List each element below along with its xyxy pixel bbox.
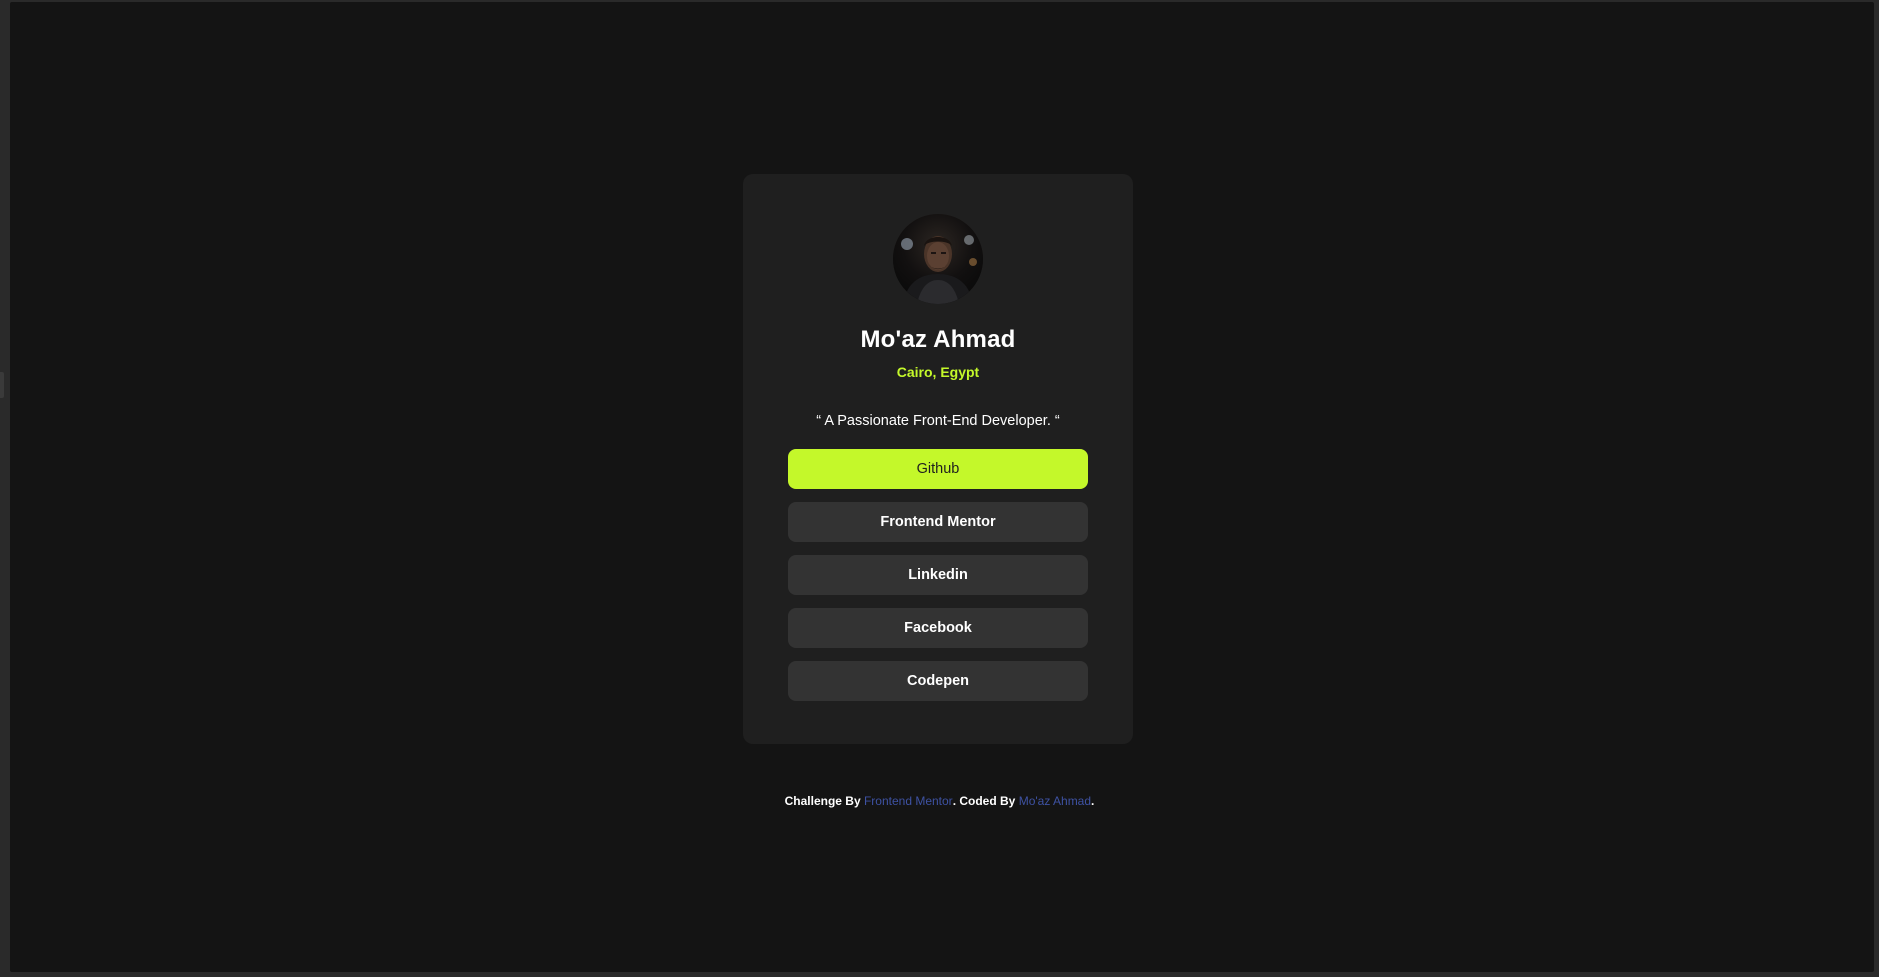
author-link[interactable]: Mo'az Ahmad [1019,794,1091,808]
github-link-button[interactable]: Github [788,449,1088,489]
attribution: Challenge By Frontend Mentor. Coded By M… [0,794,1879,808]
facebook-link-button[interactable]: Facebook [788,608,1088,648]
frontend-mentor-link[interactable]: Frontend Mentor [864,794,953,808]
attribution-middle: . Coded By [952,794,1019,808]
profile-name: Mo'az Ahmad [860,326,1016,353]
attribution-prefix: Challenge By [784,794,864,808]
attribution-suffix: . [1091,794,1095,808]
avatar [893,214,983,304]
linkedin-link-button[interactable]: Linkedin [788,555,1088,595]
avatar-photo [893,214,983,304]
social-links: Github Frontend Mentor Linkedin Facebook… [788,449,1088,701]
frontend-mentor-link-button[interactable]: Frontend Mentor [788,502,1088,542]
profile-bio: “ A Passionate Front-End Developer. “ [816,413,1060,429]
profile-card: Mo'az Ahmad Cairo, Egypt “ A Passionate … [743,174,1133,744]
profile-location: Cairo, Egypt [896,364,980,380]
window-resize-handle[interactable] [0,372,4,398]
codepen-link-button[interactable]: Codepen [788,661,1088,701]
